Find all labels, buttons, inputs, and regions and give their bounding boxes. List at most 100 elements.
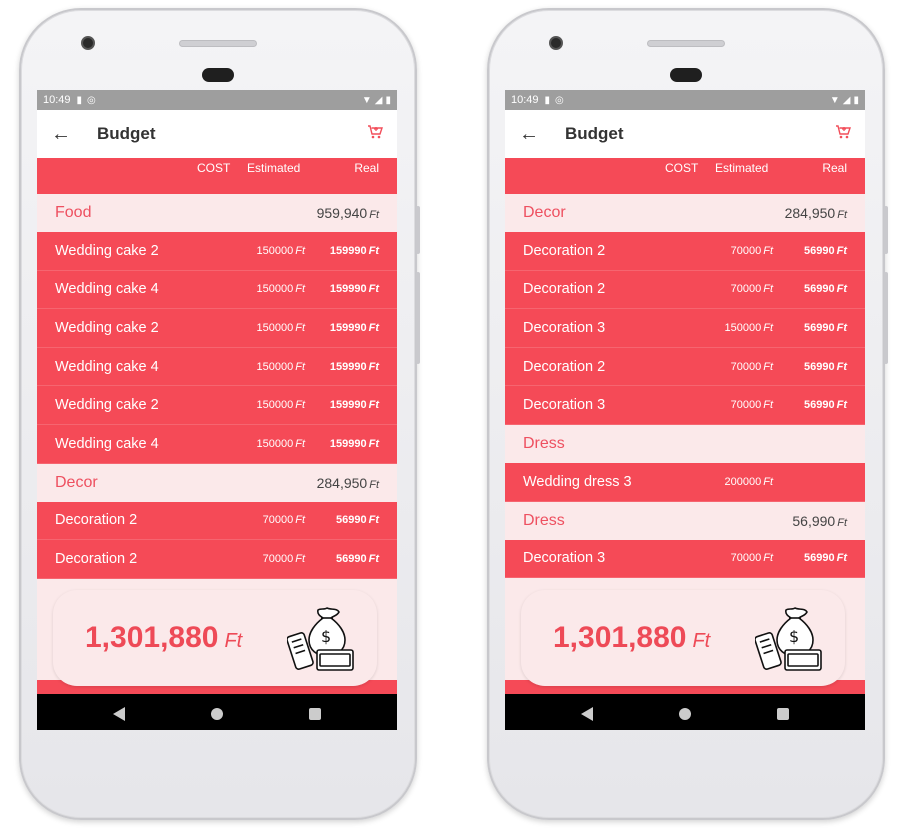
power-button[interactable]	[884, 206, 888, 254]
column-cost: COST	[197, 161, 231, 175]
sim-card-icon: ▮	[544, 94, 551, 106]
section-name: Dress	[523, 434, 565, 452]
nav-back-icon[interactable]	[581, 707, 593, 721]
item-estimated-value: 70000	[730, 283, 762, 296]
section-header[interactable]: Decor 284,950 Ft	[505, 194, 865, 232]
total-unit: Ft	[224, 629, 243, 652]
list-item[interactable]: Decoration 2 70000 Ft 56990 Ft	[37, 501, 397, 541]
section-header[interactable]: Dress	[505, 424, 865, 463]
section-name: Decor	[55, 473, 98, 491]
section-header[interactable]: Decor 284,950 Ft	[37, 463, 397, 502]
total-amount: 1,301,880	[553, 621, 687, 654]
list-item[interactable]: Wedding cake 4 150000 Ft 159990 Ft	[37, 347, 397, 387]
list-item[interactable]: Wedding cake 4 150000 Ft 159990 Ft	[37, 270, 397, 310]
status-bar: 10:49 ▮ ◎ ▼ ◢ ▮	[37, 90, 397, 110]
front-camera	[549, 36, 563, 50]
item-estimated: 70000 Ft	[713, 552, 773, 564]
status-time: 10:49	[511, 94, 539, 106]
item-name: Wedding cake 2	[55, 319, 159, 336]
item-name: Wedding cake 4	[55, 435, 159, 452]
item-estimated-value: 70000	[730, 552, 762, 565]
item-real: 56990 Ft	[773, 322, 847, 334]
proximity-sensor	[670, 68, 702, 82]
list-item[interactable]: Wedding cake 4 150000 Ft 159990 Ft	[37, 424, 397, 464]
item-real: 159990 Ft	[305, 399, 379, 411]
item-estimated-unit: Ft	[763, 475, 773, 488]
list-item[interactable]: Wedding dress 3 200000 Ft	[505, 462, 865, 502]
column-estimated: Estimated	[247, 161, 301, 175]
section-header[interactable]: Dress 56,990 Ft	[505, 501, 865, 540]
item-estimated-value: 70000	[730, 244, 762, 257]
list-item[interactable]: Wedding cake 2 150000 Ft 159990 Ft	[37, 386, 397, 425]
stage: 10:49 ▮ ◎ ▼ ◢ ▮ ← Budget COST Estimated Real Food 95…	[0, 0, 907, 830]
volume-button[interactable]	[884, 272, 888, 364]
list-item[interactable]: Wedding cake 2 150000 Ft 159990 Ft	[37, 232, 397, 271]
item-estimated: 150000 Ft	[245, 283, 306, 296]
item-real-unit: Ft	[836, 360, 847, 373]
item-name: Wedding dress 3	[523, 473, 632, 490]
nav-home-icon[interactable]	[679, 708, 691, 720]
item-real-unit: Ft	[368, 514, 379, 527]
item-real-value: 159990	[329, 283, 367, 296]
cart-add-icon[interactable]	[835, 124, 851, 145]
section-name: Dress	[523, 511, 565, 529]
item-estimated-unit: Ft	[295, 399, 305, 412]
item-real-value: 56990	[336, 514, 367, 527]
column-header: COST Estimated Real	[37, 158, 397, 194]
list-item[interactable]: Decoration 2 70000 Ft 56990 Ft	[505, 270, 865, 310]
section-total-value: 284,950	[316, 474, 368, 491]
back-arrow-icon[interactable]: ←	[519, 123, 565, 146]
item-real-unit: Ft	[368, 437, 379, 450]
volume-button[interactable]	[416, 272, 420, 364]
nav-back-icon[interactable]	[113, 707, 125, 721]
item-estimated-unit: Ft	[295, 360, 305, 373]
item-real: 159990 Ft	[305, 245, 379, 257]
item-name: Decoration 2	[523, 358, 606, 375]
earpiece-speaker	[647, 40, 725, 47]
item-real-value: 56990	[804, 552, 835, 565]
battery-icon: ▮	[853, 94, 859, 106]
column-real: Real	[354, 161, 379, 175]
navigation-bar	[37, 694, 397, 730]
item-estimated-unit: Ft	[295, 552, 305, 565]
nav-recents-icon[interactable]	[309, 708, 321, 720]
item-estimated: 150000 Ft	[713, 322, 774, 334]
item-estimated: 70000 Ft	[713, 361, 773, 373]
item-estimated-unit: Ft	[295, 244, 305, 257]
navigation-bar	[505, 694, 865, 730]
item-real: 56990 Ft	[773, 552, 847, 564]
phone-left: 10:49 ▮ ◎ ▼ ◢ ▮ ← Budget COST Estimated Real Food 95…	[19, 8, 420, 820]
item-estimated-value: 150000	[256, 437, 294, 450]
nav-recents-icon[interactable]	[777, 708, 789, 720]
list-item[interactable]: Decoration 3 70000 Ft 56990 Ft	[505, 386, 865, 425]
item-real-unit: Ft	[368, 552, 379, 565]
item-name: Wedding cake 4	[55, 281, 159, 298]
list-item[interactable]: Wedding cake 2 150000 Ft 159990 Ft	[37, 309, 397, 348]
item-estimated-value: 70000	[262, 552, 294, 565]
item-name: Decoration 2	[523, 242, 606, 259]
list-item[interactable]: Decoration 2 70000 Ft 56990 Ft	[37, 540, 397, 579]
list-item[interactable]: Decoration 3 70000 Ft 56990 Ft	[505, 539, 865, 579]
nav-home-icon[interactable]	[211, 708, 223, 720]
item-name: Wedding cake 2	[55, 397, 159, 414]
item-estimated: 150000 Ft	[245, 360, 306, 373]
section-name: Decor	[523, 204, 566, 221]
item-real: 56990 Ft	[773, 399, 847, 411]
cart-add-icon[interactable]	[367, 124, 383, 145]
item-estimated-unit: Ft	[295, 283, 305, 296]
power-button[interactable]	[416, 206, 420, 254]
status-right-icons: ▼ ◢ ▮	[362, 95, 391, 106]
item-estimated-unit: Ft	[763, 360, 773, 373]
list-item[interactable]: Decoration 2 70000 Ft 56990 Ft	[505, 347, 865, 387]
list-item[interactable]: Decoration 2 70000 Ft 56990 Ft	[505, 232, 865, 271]
section-total: 959,940 Ft	[317, 205, 379, 221]
column-real: Real	[822, 161, 847, 175]
sim-card-icon: ▮	[76, 94, 83, 106]
list-item[interactable]: Decoration 3 150000 Ft 56990 Ft	[505, 309, 865, 348]
item-estimated: 150000 Ft	[245, 322, 306, 334]
item-estimated: 200000 Ft	[713, 475, 774, 488]
section-total: 56,990 Ft	[792, 513, 847, 529]
back-arrow-icon[interactable]: ←	[51, 123, 97, 146]
item-estimated-value: 200000	[724, 475, 762, 488]
section-header[interactable]: Food 959,940 Ft	[37, 194, 397, 232]
